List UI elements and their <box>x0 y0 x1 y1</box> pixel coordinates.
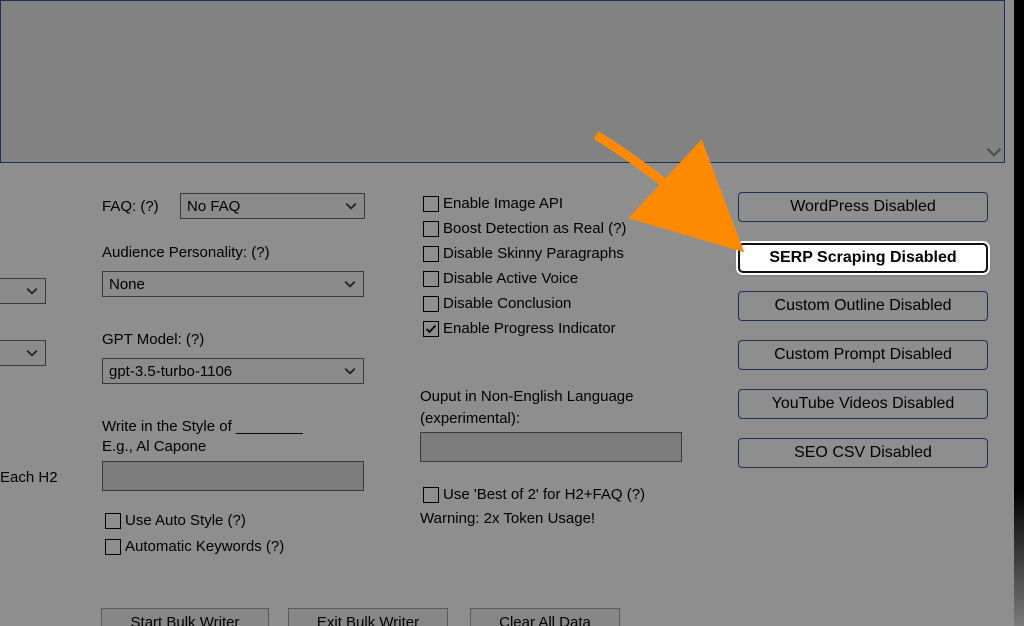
chevron-down-icon <box>341 362 359 380</box>
disable-conclusion-label: Disable Conclusion <box>443 295 571 312</box>
enable-image-api-label: Enable Image API <box>443 195 563 212</box>
use-auto-style-label: Use Auto Style (?) <box>125 512 246 529</box>
enable-progress-label: Enable Progress Indicator <box>443 320 616 337</box>
left-select-2[interactable] <box>0 340 46 366</box>
best-of-2-label: Use 'Best of 2' for H2+FAQ (?) <box>443 486 645 503</box>
enable-image-api-checkbox[interactable]: Enable Image API <box>423 195 563 212</box>
seo-csv-button-label: SEO CSV Disabled <box>794 444 932 462</box>
clear-all-data-label: Clear All Data <box>499 614 591 626</box>
faq-label: FAQ: (?) <box>102 198 159 215</box>
faq-select[interactable]: No FAQ <box>180 193 365 219</box>
use-auto-style-checkbox[interactable]: Use Auto Style (?) <box>105 512 246 529</box>
boost-detection-label: Boost Detection as Real (?) <box>443 220 626 237</box>
custom-prompt-button[interactable]: Custom Prompt Disabled <box>738 340 988 370</box>
non-english-label-line2: (experimental): <box>420 410 520 427</box>
start-bulk-writer-label: Start Bulk Writer <box>131 614 240 626</box>
exit-bulk-writer-label: Exit Bulk Writer <box>317 614 419 626</box>
checkbox-icon <box>423 487 439 503</box>
keywords-textarea[interactable] <box>0 0 1005 163</box>
checkbox-icon <box>423 271 439 287</box>
disable-skinny-paragraphs-label: Disable Skinny Paragraphs <box>443 245 624 262</box>
checkbox-icon <box>423 221 439 237</box>
faq-select-value: No FAQ <box>187 198 240 215</box>
checkbox-icon <box>105 539 121 555</box>
wordpress-button-label: WordPress Disabled <box>790 198 936 216</box>
chevron-down-icon <box>342 197 360 215</box>
style-of-label-line1: Write in the Style of ________ <box>102 418 303 435</box>
audience-personality-select[interactable]: None <box>102 271 364 297</box>
automatic-keywords-label: Automatic Keywords (?) <box>125 538 284 555</box>
disable-skinny-paragraphs-checkbox[interactable]: Disable Skinny Paragraphs <box>423 245 624 262</box>
wordpress-button[interactable]: WordPress Disabled <box>738 192 988 222</box>
checkbox-icon <box>423 246 439 262</box>
seo-csv-button[interactable]: SEO CSV Disabled <box>738 438 988 468</box>
window-edge-strip <box>1014 0 1024 626</box>
gpt-model-select[interactable]: gpt-3.5-turbo-1106 <box>102 358 364 384</box>
style-of-label-line2: E.g., Al Capone <box>102 438 206 455</box>
checkbox-icon <box>423 196 439 212</box>
exit-bulk-writer-button[interactable]: Exit Bulk Writer <box>288 608 448 626</box>
disable-conclusion-checkbox[interactable]: Disable Conclusion <box>423 295 571 312</box>
best-of-2-checkbox[interactable]: Use 'Best of 2' for H2+FAQ (?) <box>423 486 645 503</box>
audience-personality-value: None <box>109 276 145 293</box>
checkbox-icon <box>423 321 439 337</box>
serp-scraping-button-label: SERP Scraping Disabled <box>769 249 956 267</box>
chevron-down-icon <box>986 144 1002 160</box>
serp-scraping-button[interactable]: SERP Scraping Disabled <box>738 243 988 273</box>
each-h2-label: Each H2 <box>0 469 58 486</box>
youtube-button-label: YouTube Videos Disabled <box>772 395 955 413</box>
chevron-down-icon <box>23 282 41 300</box>
gpt-model-value: gpt-3.5-turbo-1106 <box>109 363 232 380</box>
chevron-down-icon <box>341 275 359 293</box>
custom-outline-button-label: Custom Outline Disabled <box>775 297 952 315</box>
custom-prompt-button-label: Custom Prompt Disabled <box>774 346 952 364</box>
disable-active-voice-label: Disable Active Voice <box>443 270 578 287</box>
youtube-button[interactable]: YouTube Videos Disabled <box>738 389 988 419</box>
style-of-input[interactable] <box>102 461 364 491</box>
best-of-2-warning: Warning: 2x Token Usage! <box>420 510 595 527</box>
checkbox-icon <box>423 296 439 312</box>
enable-progress-checkbox[interactable]: Enable Progress Indicator <box>423 320 616 337</box>
gpt-model-label: GPT Model: (?) <box>102 331 204 348</box>
chevron-down-icon <box>23 344 41 362</box>
boost-detection-checkbox[interactable]: Boost Detection as Real (?) <box>423 220 626 237</box>
audience-personality-label: Audience Personality: (?) <box>102 244 270 261</box>
start-bulk-writer-button[interactable]: Start Bulk Writer <box>101 608 269 626</box>
non-english-label-line1: Ouput in Non-English Language <box>420 388 634 405</box>
left-select-1[interactable] <box>0 278 46 304</box>
disable-active-voice-checkbox[interactable]: Disable Active Voice <box>423 270 578 287</box>
automatic-keywords-checkbox[interactable]: Automatic Keywords (?) <box>105 538 284 555</box>
custom-outline-button[interactable]: Custom Outline Disabled <box>738 291 988 321</box>
non-english-input[interactable] <box>420 432 682 462</box>
checkbox-icon <box>105 513 121 529</box>
clear-all-data-button[interactable]: Clear All Data <box>470 608 620 626</box>
